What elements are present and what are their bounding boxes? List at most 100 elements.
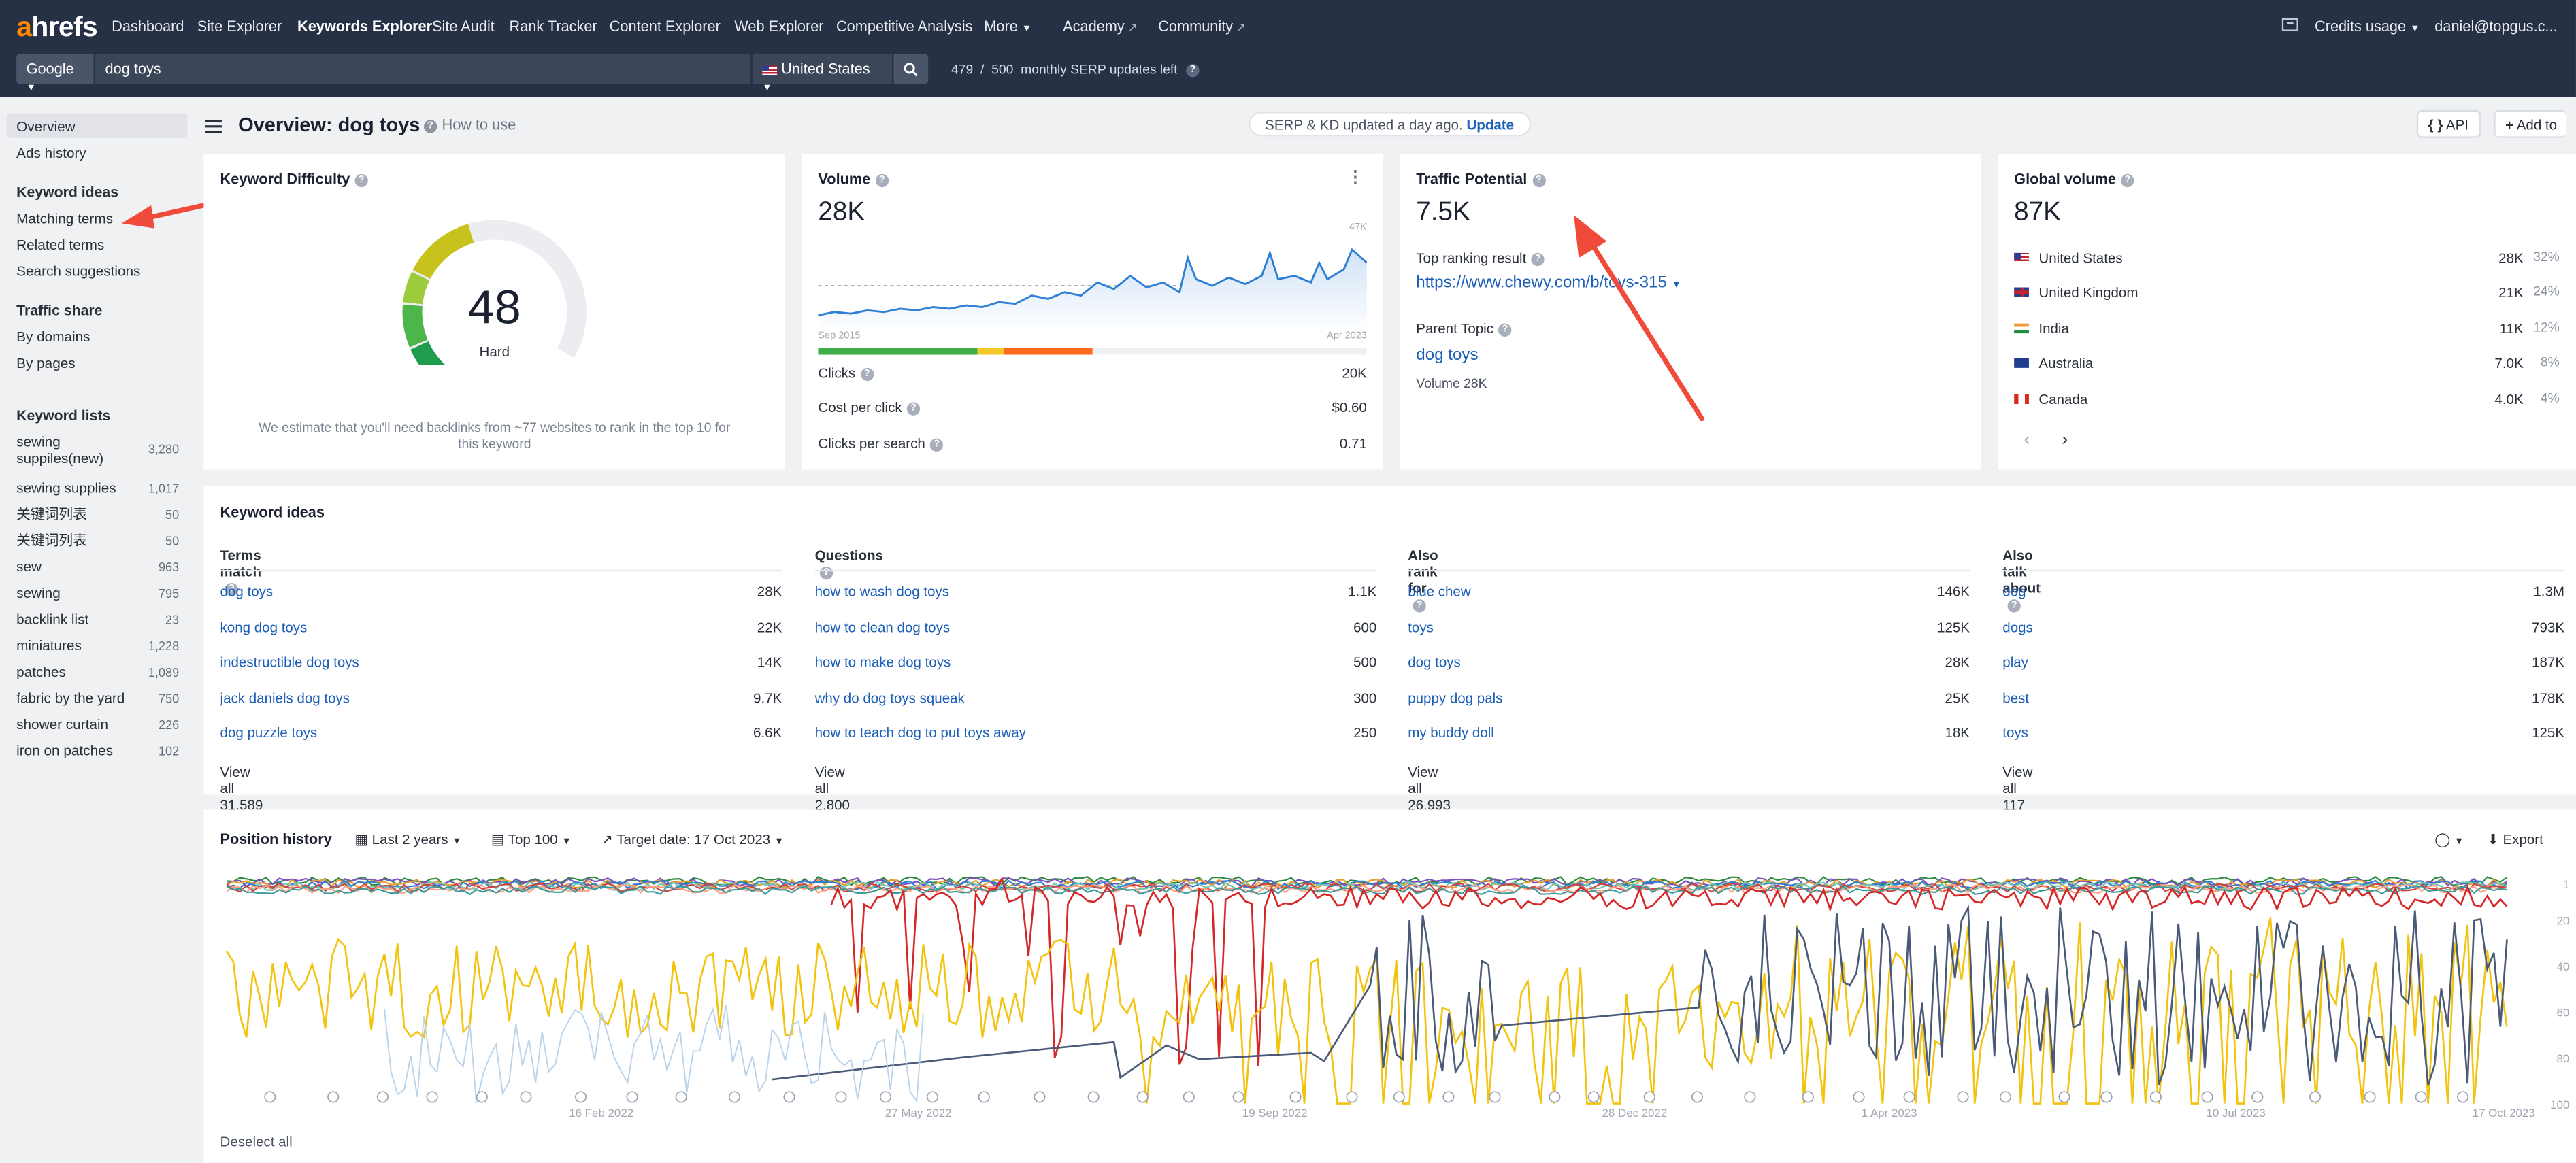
more-options-icon[interactable]: ⋮ [1347, 169, 1364, 188]
annotation-marker-icon[interactable] [1393, 1091, 1405, 1103]
help-icon[interactable]: ? [2121, 173, 2134, 187]
annotation-marker-icon[interactable] [1643, 1091, 1655, 1103]
annotation-marker-icon[interactable] [728, 1091, 741, 1103]
how-to-use-link[interactable]: ? How to use [423, 116, 516, 133]
help-icon[interactable]: ? [1186, 63, 1200, 78]
keyword-link[interactable]: dog puzzle toys [220, 724, 318, 741]
help-icon[interactable]: ? [1532, 173, 1545, 187]
keyword-list-item[interactable]: sewing suppiles(new) 3,280 [0, 433, 184, 469]
annotation-marker-icon[interactable] [835, 1091, 847, 1103]
keyword-link[interactable]: how to make dog toys [815, 654, 951, 670]
annotation-marker-icon[interactable] [1034, 1091, 1046, 1103]
keyword-link[interactable]: best [2002, 689, 2029, 705]
annotation-marker-icon[interactable] [376, 1091, 389, 1103]
notifications-icon[interactable] [2281, 18, 2298, 37]
nav-site-audit[interactable]: Site Audit [432, 18, 495, 35]
help-icon[interactable]: ? [1531, 252, 1545, 266]
keyword-list-item[interactable]: patches 1,089 [0, 663, 184, 683]
annotation-marker-icon[interactable] [2251, 1091, 2264, 1103]
annotation-marker-icon[interactable] [2309, 1091, 2322, 1103]
help-icon[interactable]: ? [819, 566, 833, 579]
sidebar-item-matching-terms[interactable]: Matching terms [16, 210, 113, 226]
annotation-marker-icon[interactable] [2415, 1091, 2427, 1103]
annotation-marker-icon[interactable] [1183, 1091, 1195, 1103]
country-select[interactable]: United States ▼ [750, 54, 893, 94]
annotation-marker-icon[interactable] [2149, 1091, 2162, 1103]
keyword-link[interactable]: play [2002, 654, 2028, 670]
keyword-link[interactable]: dog [2002, 583, 2026, 599]
ahrefs-logo[interactable]: ahrefs [16, 12, 98, 44]
annotation-marker-icon[interactable] [2100, 1091, 2113, 1103]
annotation-marker-icon[interactable] [1087, 1091, 1100, 1103]
annotation-marker-icon[interactable] [978, 1091, 990, 1103]
keyword-link[interactable]: my buddy doll [1408, 724, 1494, 741]
search-engine-select[interactable]: Google ▼ [16, 54, 94, 94]
annotation-marker-icon[interactable] [575, 1091, 587, 1103]
top-positions-select[interactable]: ▤ Top 100 ▼ [491, 831, 572, 849]
help-icon[interactable]: ? [906, 401, 921, 416]
keyword-list-item[interactable]: sewing supplies 1,017 [0, 479, 184, 499]
parent-topic-link[interactable]: dog toys [1416, 346, 1478, 365]
sidebar-item-search-suggestions[interactable]: Search suggestions [16, 263, 140, 279]
help-icon[interactable]: ? [930, 438, 944, 452]
nav-content-explorer[interactable]: Content Explorer [610, 18, 721, 35]
annotation-marker-icon[interactable] [1691, 1091, 1704, 1103]
annotation-marker-icon[interactable] [675, 1091, 687, 1103]
help-icon[interactable]: ? [2007, 599, 2021, 613]
sidebar-item-overview[interactable]: Overview [16, 118, 76, 135]
annotation-marker-icon[interactable] [264, 1091, 276, 1103]
annotation-marker-icon[interactable] [1289, 1091, 1302, 1103]
annotation-marker-icon[interactable] [1853, 1091, 1865, 1103]
keyword-list-item[interactable]: sewing 795 [0, 585, 184, 605]
keyword-link[interactable]: dogs [2002, 618, 2033, 635]
keyword-list-item[interactable]: iron on patches 102 [0, 742, 184, 762]
keyword-list-item[interactable]: shower curtain 226 [0, 716, 184, 736]
help-icon[interactable]: ? [1498, 323, 1512, 337]
annotation-marker-icon[interactable] [1744, 1091, 1756, 1103]
nav-academy[interactable]: Academy ↗ [1063, 18, 1138, 35]
sidebar-item-by-pages[interactable]: By pages [16, 355, 76, 371]
help-icon[interactable]: ? [354, 173, 368, 187]
keyword-link[interactable]: puppy dog pals [1408, 689, 1502, 705]
keyword-list-item[interactable]: 关键词列表 50 [0, 506, 184, 526]
sidebar-item-ads-history[interactable]: Ads history [16, 144, 86, 161]
keyword-list-item[interactable]: sew 963 [0, 558, 184, 578]
keyword-input[interactable]: dog toys [93, 54, 751, 84]
help-icon[interactable]: ? [1413, 599, 1426, 613]
keyword-link[interactable]: blue chew [1408, 583, 1470, 599]
annotation-marker-icon[interactable] [476, 1091, 488, 1103]
annotation-marker-icon[interactable] [520, 1091, 532, 1103]
annotation-marker-icon[interactable] [1587, 1091, 1600, 1103]
previous-page-icon[interactable]: ‹ [2024, 431, 2030, 450]
annotation-marker-icon[interactable] [1489, 1091, 1501, 1103]
annotation-marker-icon[interactable] [1903, 1091, 1915, 1103]
search-button[interactable] [892, 54, 929, 84]
annotation-marker-icon[interactable] [1549, 1091, 1561, 1103]
sidebar-item-by-domains[interactable]: By domains [16, 328, 90, 345]
keyword-link[interactable]: toys [2002, 724, 2028, 741]
keyword-link[interactable]: dog toys [220, 583, 274, 599]
nav-keywords-explorer[interactable]: Keywords Explorer [297, 18, 432, 35]
keyword-list-item[interactable]: miniatures 1,228 [0, 637, 184, 657]
annotation-marker-icon[interactable] [2058, 1091, 2070, 1103]
help-icon[interactable]: ? [860, 367, 874, 381]
menu-icon[interactable] [205, 114, 222, 143]
nav-site-explorer[interactable]: Site Explorer [197, 18, 282, 35]
keyword-list-item[interactable]: 关键词列表 50 [0, 532, 184, 552]
credits-usage-menu[interactable]: Credits usage ▼ [2315, 18, 2420, 35]
annotation-marker-icon[interactable] [1999, 1091, 2012, 1103]
annotation-marker-icon[interactable] [426, 1091, 438, 1103]
annotation-marker-icon[interactable] [926, 1091, 939, 1103]
update-link[interactable]: Update [1466, 116, 1514, 133]
keyword-link[interactable]: jack daniels dog toys [220, 689, 350, 705]
annotation-marker-icon[interactable] [880, 1091, 892, 1103]
annotation-marker-icon[interactable] [1232, 1091, 1244, 1103]
help-icon[interactable]: ? [875, 173, 889, 187]
keyword-link[interactable]: dog toys [1408, 654, 1461, 670]
next-page-icon[interactable]: › [2062, 431, 2068, 450]
export-button[interactable]: ⬇ Export [2488, 831, 2543, 849]
nav-rank-tracker[interactable]: Rank Tracker [509, 18, 597, 35]
annotation-marker-icon[interactable] [1442, 1091, 1455, 1103]
annotation-marker-icon[interactable] [2457, 1091, 2469, 1103]
nav-community[interactable]: Community ↗ [1158, 18, 1246, 35]
